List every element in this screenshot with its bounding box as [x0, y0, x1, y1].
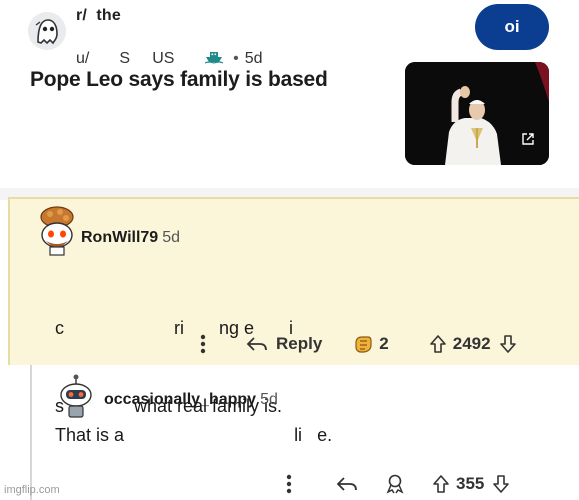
comment-score: 2492 — [452, 334, 491, 353]
award-button[interactable] — [384, 473, 406, 495]
author-prefix: u/ — [76, 49, 90, 67]
comment-username[interactable]: occasionally_happy — [104, 391, 256, 408]
snoo-robot-avatar-icon — [60, 374, 92, 418]
comment-time: 5d — [260, 391, 278, 408]
reply-label: Reply — [276, 334, 323, 353]
ghost-icon — [28, 12, 66, 50]
more-dots-icon — [286, 474, 292, 494]
post-title[interactable]: Pope Leo says family is based — [30, 68, 328, 92]
award-count: 2 — [379, 334, 389, 353]
comment-score: 355 — [456, 474, 485, 493]
post-thumbnail[interactable] — [405, 62, 549, 165]
downvote-arrow-icon — [499, 335, 516, 353]
award-button[interactable]: 2 — [352, 333, 389, 355]
upvote-button[interactable]: 355 — [432, 474, 484, 494]
comment-time: 5d — [162, 229, 180, 246]
post-card: r/ the u/ S US • 5d oi Pope Leo says fam… — [0, 0, 579, 188]
downvote-button[interactable] — [499, 334, 517, 354]
separator-dot: • — [233, 49, 239, 67]
downvote-arrow-icon — [493, 475, 510, 493]
reply-arrow-icon — [246, 337, 267, 351]
reply-arrow-icon — [336, 477, 357, 491]
comment-actions: Reply 2 2492 — [200, 333, 517, 355]
reply-button[interactable] — [336, 475, 358, 493]
highlighted-comment: RonWill79 5d c ri ng e i s what real fami… — [8, 197, 579, 416]
user-avatar[interactable] — [55, 373, 97, 419]
more-options-button[interactable] — [286, 474, 292, 494]
watermark: imgflip.com — [4, 484, 60, 496]
author-name[interactable]: S US — [119, 50, 174, 68]
more-dots-icon — [200, 334, 206, 354]
more-options-button[interactable] — [200, 334, 206, 354]
upvote-arrow-icon — [429, 335, 446, 353]
snoo-avatar-icon — [40, 206, 74, 256]
comment-user-line: RonWill79 5d — [81, 229, 180, 247]
award-outline-icon — [386, 474, 404, 494]
subreddit-name[interactable]: r/ the — [76, 7, 121, 25]
thread-line[interactable] — [30, 365, 32, 500]
subreddit-avatar[interactable] — [28, 12, 66, 50]
comment-actions: 355 — [286, 473, 510, 495]
post-time: 5d — [244, 49, 263, 67]
upvote-button[interactable]: 2492 — [429, 334, 491, 354]
upvote-arrow-icon — [433, 475, 449, 493]
downvote-button[interactable] — [492, 474, 510, 494]
award-icon — [355, 336, 372, 353]
join-button[interactable]: oi — [475, 4, 549, 50]
comment-username[interactable]: RonWill79 — [81, 229, 158, 246]
reply-button[interactable]: Reply — [246, 334, 322, 354]
external-link-icon — [521, 132, 535, 151]
user-avatar[interactable] — [32, 203, 82, 257]
comment-user-line: occasionally_happy 5d — [104, 391, 278, 409]
comment-body: That is a li e. — [55, 425, 333, 445]
